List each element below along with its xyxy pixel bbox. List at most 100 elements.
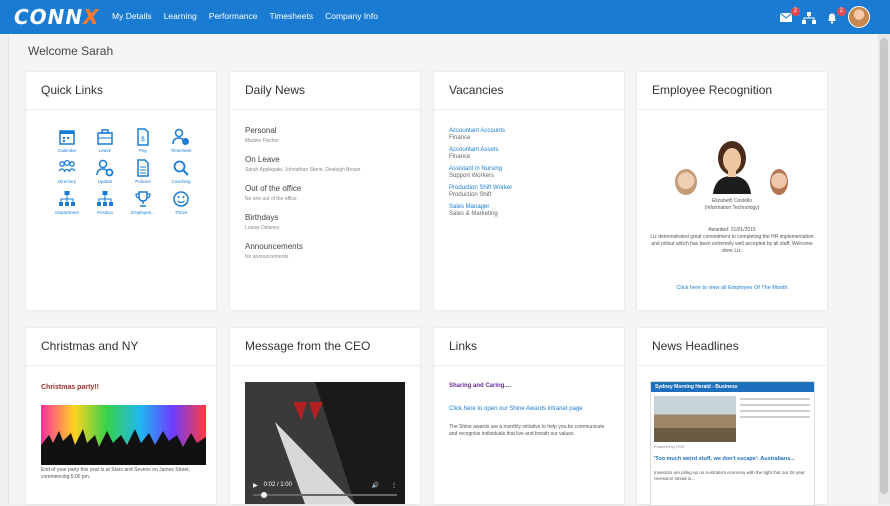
recognition-photo <box>713 141 751 194</box>
play-icon[interactable]: ▶ <box>253 482 258 489</box>
news-summary: Investors are piling up on Australia's e… <box>654 470 805 481</box>
vacancy-department: Production Shift <box>449 192 492 198</box>
party-image <box>41 405 206 465</box>
news-body: No announcements <box>245 254 289 260</box>
news-feed-preview[interactable]: Sydney Morning Herald - Business Powered… <box>650 381 815 506</box>
card-title: Daily News <box>230 72 420 110</box>
header-icons: 2 2 <box>779 6 870 28</box>
user-settings-icon <box>96 159 114 177</box>
nav-timesheets[interactable]: Timesheets <box>269 11 313 21</box>
vacancy-link[interactable]: Accountant Accounts <box>449 128 512 134</box>
org-chart-icon <box>97 191 113 206</box>
search-icon <box>173 160 189 176</box>
nav-my-details[interactable]: My Details <box>112 11 152 21</box>
nav-performance[interactable]: Performance <box>209 11 258 21</box>
recognition-text: Awarded: 21/01/2015 Liz demonstrated gre… <box>650 227 814 254</box>
connx-logo[interactable]: CONNX <box>14 5 100 29</box>
vacancy-department: Support Workers <box>449 173 494 179</box>
quick-link-leave[interactable]: Leave <box>86 128 124 153</box>
christmas-text: End of year party this year is at Stars … <box>41 467 190 480</box>
scrollbar-thumb[interactable] <box>880 38 888 494</box>
quick-link-thrive[interactable]: Thrive <box>162 190 200 215</box>
vacancies-card: Vacancies Accountant Accounts Finance Ac… <box>434 72 624 310</box>
news-heading: Out of the office <box>245 184 302 193</box>
bell-icon[interactable]: 2 <box>825 6 846 26</box>
news-body: No one out of the office <box>245 196 297 202</box>
view-all-recognition-link[interactable]: Click here to view all Employee Of The M… <box>637 285 827 291</box>
recognition-photo-next[interactable] <box>770 169 788 195</box>
group-icon <box>58 159 76 173</box>
quick-link-coaching[interactable]: Coaching <box>162 159 200 184</box>
vacancy-list: Accountant Accounts Finance Accountant A… <box>449 128 512 223</box>
news-headlines-card: News Headlines Sydney Morning Herald - B… <box>637 328 827 506</box>
quick-link-pay[interactable]: $ Pay <box>124 128 162 153</box>
news-heading: On Leave <box>245 155 280 164</box>
smiley-icon <box>173 191 189 207</box>
nav-learning[interactable]: Learning <box>164 11 197 21</box>
vacancy-link[interactable]: Sales Manager <box>449 204 512 210</box>
christmas-card: Christmas and NY Christmas party!! End o… <box>26 328 216 504</box>
video-controls: ▶ 0:02 / 1:00 🔊 ⋮ <box>245 478 405 492</box>
mail-badge: 2 <box>790 6 800 16</box>
card-title: News Headlines <box>637 328 827 366</box>
vacancy-link[interactable]: Accountant Assets <box>449 147 512 153</box>
news-body: Louise Delaney <box>245 225 280 231</box>
recognition-photo-prev[interactable] <box>675 169 697 195</box>
user-avatar[interactable] <box>848 6 870 28</box>
user-clock-icon <box>172 128 189 145</box>
video-progress-track[interactable] <box>253 494 397 496</box>
org-chart-icon <box>59 191 75 206</box>
news-heading: Personal <box>245 126 277 135</box>
vacancy-link[interactable]: Assistant in Nursing <box>449 166 512 172</box>
vacancy-department: Finance <box>449 135 471 141</box>
links-subtitle: Sharing and Caring.... <box>449 383 512 389</box>
svg-text:$: $ <box>141 135 145 143</box>
vacancy-department: Sales & Marketing <box>449 211 498 217</box>
main-nav: My Details Learning Performance Timeshee… <box>112 11 378 21</box>
quick-link-calendar[interactable]: Calendar <box>48 128 86 153</box>
card-title: Message from the CEO <box>230 328 420 366</box>
quick-link-employee[interactable]: Employee... <box>124 190 162 215</box>
trophy-icon <box>135 191 151 207</box>
vacancy-link[interactable]: Production Shift Worker <box>449 185 512 191</box>
daily-news-list: Personal Maxine Fischer On Leave Sarah A… <box>245 126 415 271</box>
news-powered: Powered by RSS <box>654 444 685 449</box>
news-heading: Announcements <box>245 242 303 251</box>
nav-company-info[interactable]: Company Info <box>325 11 378 21</box>
card-title: Employee Recognition <box>637 72 827 110</box>
more-icon[interactable]: ⋮ <box>391 482 397 489</box>
calendar-icon <box>59 130 75 145</box>
quick-link-timesheet[interactable]: Timesheet <box>162 128 200 153</box>
document-icon <box>137 159 149 177</box>
card-title: Vacancies <box>434 72 624 110</box>
bell-badge: 2 <box>836 6 846 16</box>
welcome-heading: Welcome Sarah <box>28 44 114 58</box>
ceo-message-card: Message from the CEO ▶ 0:02 / 1:00 🔊 ⋮ <box>230 328 420 504</box>
briefcase-icon <box>97 129 113 145</box>
news-image <box>654 396 736 442</box>
daily-news-card: Daily News Personal Maxine Fischer On Le… <box>230 72 420 310</box>
payslip-icon: $ <box>137 128 149 146</box>
card-title: Christmas and NY <box>26 328 216 366</box>
card-title: Quick Links <box>26 72 216 110</box>
mail-icon[interactable]: 2 <box>779 6 800 26</box>
news-heading: Birthdays <box>245 213 279 222</box>
employee-recognition-card: Employee Recognition Elizabeth Costello … <box>637 72 827 310</box>
quick-link-position[interactable]: Position <box>86 190 124 215</box>
news-source: Sydney Morning Herald - Business <box>651 382 814 392</box>
links-text: The Shine awards are a monthly initiativ… <box>449 424 605 437</box>
video-progress-handle[interactable] <box>261 492 267 498</box>
sitemap-icon[interactable] <box>802 11 816 26</box>
quick-links-grid: Calendar Leave $ Pay Timesheet Directory… <box>48 128 208 215</box>
quick-links-card: Quick Links Calendar Leave $ Pay Timeshe… <box>26 72 216 310</box>
quick-link-directory[interactable]: Directory <box>48 159 86 184</box>
ceo-video-player[interactable]: ▶ 0:02 / 1:00 🔊 ⋮ <box>245 382 405 504</box>
volume-icon[interactable]: 🔊 <box>372 482 379 489</box>
links-card: Links Sharing and Caring.... Click here … <box>434 328 624 504</box>
quick-link-policies[interactable]: Policies <box>124 159 162 184</box>
quick-link-department[interactable]: Department <box>48 190 86 215</box>
shine-awards-link[interactable]: Click here to open our Shine Awards intr… <box>449 406 583 412</box>
news-headline[interactable]: 'Too much weird stuff, we don't escape':… <box>654 456 809 462</box>
recognition-name: Elizabeth Costello (Information Technolo… <box>704 198 760 211</box>
quick-link-update[interactable]: Update <box>86 159 124 184</box>
